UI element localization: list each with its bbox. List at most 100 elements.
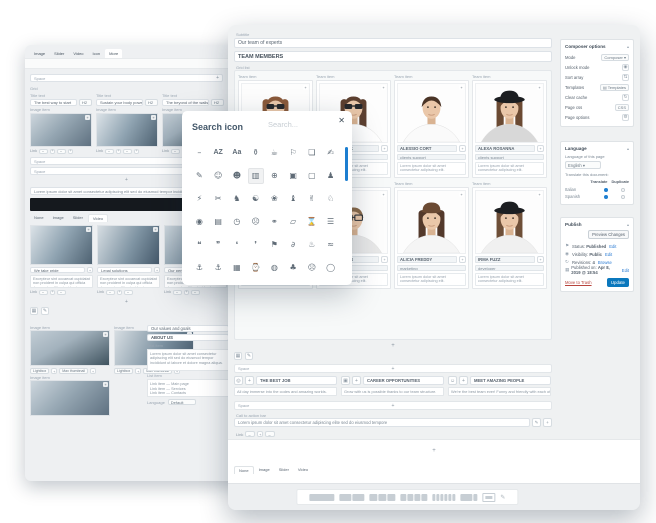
heading-select[interactable]: H2: [145, 99, 158, 106]
walking-icon[interactable]: ♞: [229, 191, 245, 207]
icon-box-desc-input[interactable]: Grow with us is possible thanks to our t…: [341, 387, 444, 396]
member-photo[interactable]: +: [397, 190, 466, 254]
cta-input[interactable]: Lorem ipsum dolor sit amet consectetur a…: [234, 418, 530, 427]
member-name-input[interactable]: IRMA FUZZ: [475, 256, 535, 263]
title-input[interactable]: TEAM MEMBERS: [234, 51, 552, 62]
flag-banner-icon[interactable]: ⚑: [266, 237, 282, 253]
edit-list-button[interactable]: ✎: [41, 307, 49, 315]
member-desc-input[interactable]: Lorem ipsum dolor sit amet consectetur a…: [397, 273, 466, 286]
sort-array-button[interactable]: ⇅: [622, 74, 629, 81]
link-type-select[interactable]: –: [171, 149, 180, 154]
layout-1-columns-icon[interactable]: [309, 494, 334, 501]
member-name-input[interactable]: ALICIA FREDDY: [397, 256, 457, 263]
media-tab-none[interactable]: None: [30, 214, 48, 222]
image-item-photo[interactable]: +: [97, 225, 160, 265]
add-icon[interactable]: +: [135, 368, 141, 374]
lock-button[interactable]: ◉: [622, 64, 629, 71]
expand-icon[interactable]: +: [381, 85, 386, 90]
edit-link[interactable]: Edit: [609, 244, 616, 249]
monster-face-icon[interactable]: ☹: [248, 214, 264, 230]
expand-icon[interactable]: +: [459, 85, 464, 90]
thumbnail-select[interactable]: Max thumbnail: [59, 368, 88, 374]
group-icon[interactable]: ☯: [248, 191, 264, 207]
link-target-select[interactable]: –: [124, 290, 133, 295]
templates-button[interactable]: ▤ Templates: [600, 84, 629, 91]
dancing-icon[interactable]: ❀: [266, 191, 282, 207]
add-icon[interactable]: +: [537, 256, 544, 263]
member-desc-input[interactable]: Lorem ipsum dolor sit amet consectetur a…: [475, 273, 544, 286]
font-case-icon[interactable]: Aa: [229, 145, 245, 161]
text-item-input[interactable]: Lorem ipsum dolor sit amet consectetur a…: [147, 349, 229, 371]
shopping-cart-icon[interactable]: ⚐: [285, 145, 301, 161]
heading-select[interactable]: H2: [79, 99, 92, 106]
icon-box-desc-input[interactable]: All day immerse into the codes and amazi…: [234, 387, 337, 396]
edit-link[interactable]: Edit: [605, 252, 612, 257]
member-role-input[interactable]: marketing: [397, 265, 466, 271]
running-icon[interactable]: ⚡: [191, 191, 207, 207]
video-bag-icon[interactable]: ▦: [229, 260, 245, 276]
compass-icon[interactable]: ◉: [191, 214, 207, 230]
user-icon[interactable]: ♟: [323, 168, 339, 184]
add-row-icon[interactable]: +: [234, 343, 552, 349]
add-link-icon[interactable]: +: [50, 149, 55, 154]
add-icon[interactable]: +: [352, 376, 361, 385]
heading-select[interactable]: H2: [211, 99, 224, 106]
duplicate-radio[interactable]: [621, 195, 625, 199]
add-icon[interactable]: +: [87, 267, 93, 273]
add-icon[interactable]: +: [537, 145, 544, 152]
expand-icon[interactable]: +: [381, 192, 386, 197]
page-language-select[interactable]: English ▾: [565, 161, 601, 169]
quote-icon[interactable]: ❛: [229, 237, 245, 253]
space-row[interactable]: Space +: [234, 364, 552, 373]
add-icon[interactable]: +: [459, 256, 466, 263]
add-icon[interactable]: +: [90, 368, 96, 374]
expand-icon[interactable]: +: [537, 192, 542, 197]
member-photo[interactable]: +: [475, 190, 544, 254]
image-item-photo[interactable]: +: [30, 330, 110, 366]
tab-icon[interactable]: Icon: [89, 49, 105, 58]
space-row[interactable]: Space +: [30, 74, 223, 82]
close-icon[interactable]: ✕: [338, 116, 345, 125]
space-row[interactable]: Space +: [234, 401, 552, 410]
text-lines-icon[interactable]: ☰: [323, 214, 339, 230]
structure-icon[interactable]: ▣: [341, 376, 350, 385]
sad-face-icon[interactable]: ☹: [304, 260, 320, 276]
image-item-photo[interactable]: +: [30, 380, 110, 416]
idea-icon[interactable]: ◎: [234, 376, 243, 385]
page-options-button[interactable]: ⚙: [622, 114, 629, 121]
hand-gesture-icon[interactable]: ✌: [304, 191, 320, 207]
edit-link[interactable]: Edit: [622, 268, 629, 273]
lightbox-select[interactable]: Lightbox: [114, 368, 133, 374]
minus-icon[interactable]: –: [191, 145, 207, 161]
title-text-input[interactable]: The best way to start: [30, 99, 77, 106]
sort-az-icon[interactable]: AZ: [210, 145, 226, 161]
add-module-button[interactable]: ▦: [234, 352, 242, 360]
language-select[interactable]: Default: [168, 399, 196, 405]
caption-input[interactable]: Legal solutions: [97, 267, 152, 273]
credit-card-icon[interactable]: ▥: [248, 168, 264, 184]
add-link-icon[interactable]: +: [117, 290, 122, 295]
member-role-input[interactable]: clients support: [475, 154, 544, 160]
icon-search-input[interactable]: [268, 118, 334, 131]
link-target-select[interactable]: –: [57, 290, 66, 295]
id-badge-icon[interactable]: ▣: [285, 168, 301, 184]
add-icon[interactable]: +: [381, 256, 388, 263]
link-target-select[interactable]: –: [265, 431, 275, 437]
layout-4-columns-icon[interactable]: [400, 494, 427, 501]
wave-line-icon[interactable]: ≈: [323, 237, 339, 253]
scribble-icon[interactable]: ✎: [191, 168, 207, 184]
add-link-icon[interactable]: +: [116, 149, 121, 154]
layout-boxed-icon[interactable]: [482, 493, 495, 502]
title-text-input[interactable]: Sustain your body power: [96, 99, 143, 106]
link-type-select[interactable]: –: [39, 290, 48, 295]
lunch-box-icon[interactable]: ▤: [210, 214, 226, 230]
member-desc-input[interactable]: Lorem ipsum dolor sit amet consectetur a…: [475, 162, 544, 175]
add-icon[interactable]: +: [216, 75, 219, 81]
member-photo[interactable]: +: [475, 83, 544, 143]
tab-video[interactable]: Video: [69, 49, 87, 58]
expand-icon[interactable]: +: [537, 85, 542, 90]
car-icon[interactable]: ♨: [304, 237, 320, 253]
link-type-select[interactable]: –: [105, 149, 114, 154]
layout-3-columns-icon[interactable]: [369, 494, 395, 501]
add-link-icon[interactable]: +: [68, 149, 73, 154]
